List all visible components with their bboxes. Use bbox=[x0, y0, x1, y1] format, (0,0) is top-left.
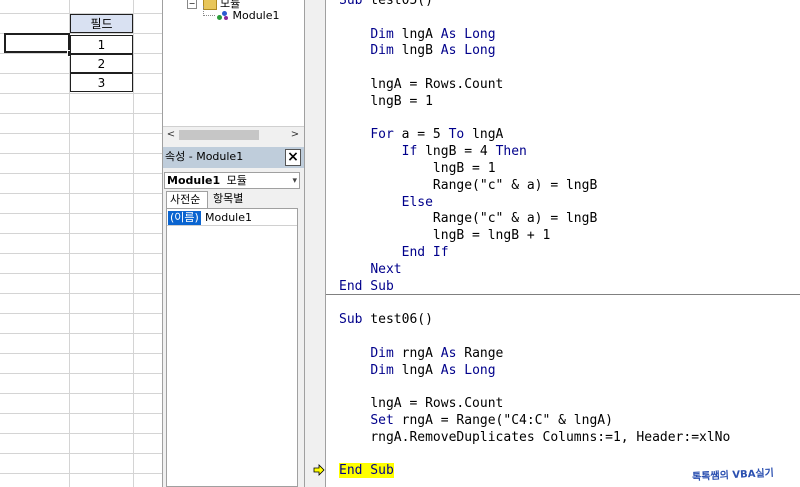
module-icon bbox=[217, 11, 229, 21]
code-text: lngA bbox=[393, 26, 441, 42]
scroll-left-icon[interactable]: < bbox=[164, 128, 178, 142]
code-keyword: As Long bbox=[440, 362, 496, 378]
code-text: lngA bbox=[464, 127, 504, 143]
procedure-separator bbox=[326, 294, 800, 295]
code-line[interactable]: Range("c" & a) = lngB bbox=[339, 177, 597, 194]
code-line[interactable]: Sub test05() bbox=[339, 0, 433, 9]
code-keyword: End If bbox=[401, 245, 449, 260]
code-line[interactable]: lngB = lngB + 1 bbox=[339, 227, 550, 244]
object-dropdown[interactable]: Module1 모듈 ▾ bbox=[164, 172, 300, 189]
close-icon[interactable]: × bbox=[285, 149, 301, 166]
code-keyword: Set bbox=[370, 413, 394, 428]
property-row[interactable]: (이름) Module1 bbox=[167, 211, 297, 226]
code-line[interactable]: Range("c" & a) = lngB bbox=[339, 210, 597, 227]
code-text: lngA = Rows.Count bbox=[370, 396, 504, 412]
code-line[interactable]: If lngB = 4 Then bbox=[339, 143, 527, 160]
code-text: lngA = Rows.Count bbox=[370, 77, 504, 92]
code-keyword: Sub bbox=[339, 312, 363, 328]
code-text: a = 5 bbox=[393, 127, 449, 143]
collapse-icon[interactable]: − bbox=[187, 0, 197, 9]
data-cell[interactable]: 1 bbox=[70, 35, 133, 54]
scroll-right-icon[interactable]: > bbox=[288, 128, 302, 142]
code-keyword: Dim bbox=[370, 43, 394, 59]
code-keyword: Dim bbox=[370, 26, 394, 42]
code-text: lngB = lngB + 1 bbox=[432, 228, 551, 244]
header-cell[interactable]: 필드 bbox=[70, 14, 133, 33]
data-cell[interactable]: 3 bbox=[70, 73, 133, 92]
code-line[interactable]: Else bbox=[339, 194, 433, 211]
code-line[interactable]: lngA = Rows.Count bbox=[339, 395, 503, 412]
watermark-text: 톡톡쌤의 VBA실기 bbox=[691, 467, 775, 484]
code-line[interactable]: Next bbox=[339, 261, 402, 278]
vbe-left-pane: − 모듈 Module1 < > 속성 - Module1 × Module1 … bbox=[162, 0, 305, 487]
code-text: rngA = Range("C4:C" & lngA) bbox=[393, 413, 613, 428]
properties-grid: (이름) Module1 bbox=[166, 208, 298, 487]
code-line[interactable]: Set rngA = Range("C4:C" & lngA) bbox=[339, 412, 613, 429]
code-text: Range("c" & a) = lngB bbox=[432, 211, 598, 227]
code-text: Range bbox=[456, 345, 504, 361]
code-line[interactable]: lngB = 1 bbox=[339, 93, 433, 110]
code-line[interactable]: For a = 5 To lngA bbox=[339, 126, 503, 143]
code-line[interactable]: End If bbox=[339, 244, 449, 261]
properties-title: 속성 - Module1 bbox=[165, 150, 244, 163]
code-text: test06() bbox=[362, 312, 433, 328]
code-keyword: As Long bbox=[440, 26, 496, 42]
code-keyword: For bbox=[370, 127, 394, 143]
properties-title-bar: 속성 - Module1 × bbox=[163, 147, 305, 168]
code-text: lngB = 1 bbox=[370, 93, 433, 109]
code-line[interactable]: Dim lngB As Long bbox=[339, 42, 496, 59]
code-keyword: Then bbox=[495, 144, 527, 160]
current-statement: End Sub bbox=[339, 463, 394, 479]
object-type: 모듈 bbox=[226, 174, 247, 187]
code-line[interactable]: Dim lngA As Long bbox=[339, 362, 496, 379]
code-text: lngB = 4 bbox=[417, 144, 496, 160]
property-name: (이름) bbox=[168, 211, 201, 225]
object-name: Module1 bbox=[167, 174, 221, 187]
tree-connector bbox=[203, 15, 215, 17]
code-line[interactable]: rngA.RemoveDuplicates Columns:=1, Header… bbox=[339, 429, 730, 446]
execution-arrow-icon bbox=[313, 464, 325, 476]
worksheet-area[interactable]: 필드 1 2 3 bbox=[0, 0, 162, 487]
horizontal-scrollbar[interactable]: < > bbox=[163, 126, 305, 143]
code-keyword: Else bbox=[401, 194, 433, 210]
code-text: Range("c" & a) = lngB bbox=[432, 177, 598, 193]
chevron-down-icon[interactable]: ▾ bbox=[292, 173, 297, 189]
code-text: lngB bbox=[393, 43, 441, 59]
property-value[interactable]: Module1 bbox=[205, 211, 252, 225]
code-text: test05() bbox=[362, 0, 433, 8]
code-text: lngA bbox=[393, 362, 441, 378]
project-explorer: − 모듈 Module1 bbox=[163, 0, 305, 126]
data-cell[interactable]: 2 bbox=[70, 54, 133, 73]
active-cell[interactable] bbox=[4, 33, 70, 53]
code-text: rngA bbox=[393, 345, 441, 361]
code-keyword: If bbox=[401, 144, 418, 160]
code-line[interactable]: Dim rngA As Range bbox=[339, 345, 503, 362]
code-keyword: Dim bbox=[370, 345, 394, 361]
code-line[interactable]: Sub test06() bbox=[339, 311, 433, 328]
tree-module-node[interactable]: Module1 bbox=[217, 9, 280, 22]
code-line[interactable]: End Sub bbox=[339, 462, 394, 479]
code-window[interactable]: Sub test05() Dim lngA As Long Dim lngB A… bbox=[326, 0, 800, 487]
code-keyword: As bbox=[440, 345, 457, 361]
scroll-thumb[interactable] bbox=[179, 130, 259, 140]
code-keyword: Next bbox=[370, 261, 402, 277]
code-keyword: End Sub bbox=[339, 278, 394, 294]
code-margin bbox=[304, 0, 326, 487]
code-keyword: Dim bbox=[370, 362, 394, 378]
code-keyword: Sub bbox=[339, 0, 363, 8]
code-text: rngA.RemoveDuplicates Columns:=1, Header… bbox=[370, 429, 731, 445]
code-line[interactable]: lngB = 1 bbox=[339, 160, 496, 177]
code-keyword: To bbox=[448, 127, 465, 143]
module-label: Module1 bbox=[232, 9, 280, 22]
tab-categorized[interactable]: 항목별 bbox=[210, 191, 258, 208]
code-line[interactable]: Dim lngA As Long bbox=[339, 26, 496, 43]
code-line[interactable]: lngA = Rows.Count bbox=[339, 76, 503, 93]
tab-alphabetic[interactable]: 사전순 bbox=[166, 191, 208, 208]
code-text: lngB = 1 bbox=[432, 161, 496, 176]
code-line[interactable]: End Sub bbox=[339, 278, 394, 295]
code-keyword: As Long bbox=[440, 43, 496, 59]
